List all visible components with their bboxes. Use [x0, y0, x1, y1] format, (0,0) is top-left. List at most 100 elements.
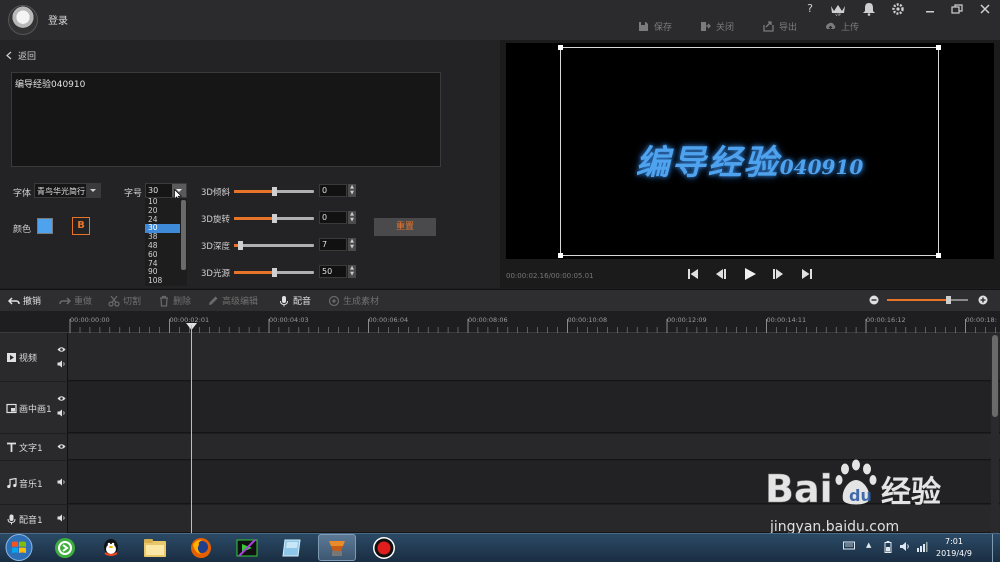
close-project-button[interactable]: 关闭 — [700, 19, 734, 33]
speaker-icon[interactable] — [57, 360, 66, 368]
bold-button[interactable]: B — [72, 217, 90, 235]
skip-start-icon[interactable] — [686, 267, 700, 281]
spinner-arrows-icon[interactable]: ▲ ▼ — [348, 184, 356, 197]
upload-button[interactable]: 上传 — [825, 19, 859, 33]
color-picker[interactable] — [37, 218, 53, 234]
zoom-slider-thumb[interactable] — [945, 296, 951, 304]
bell-icon[interactable] — [860, 2, 878, 16]
speaker-icon[interactable] — [57, 514, 66, 522]
taskbar-clock[interactable]: 7:01 2019/4/9 — [936, 536, 972, 560]
resize-handle[interactable] — [558, 253, 563, 258]
timeline-scrollbar[interactable] — [991, 333, 999, 533]
visibility-toggle[interactable] — [57, 443, 66, 450]
mute-toggle[interactable] — [57, 478, 66, 486]
reset-button[interactable]: 重置 — [374, 218, 436, 236]
slider-thumb[interactable] — [272, 268, 277, 277]
taskbar-qq-icon[interactable] — [92, 534, 130, 561]
eye-icon[interactable] — [57, 395, 66, 402]
slider-thumb[interactable] — [272, 187, 277, 196]
timeline-scrollbar-thumb[interactable] — [992, 335, 998, 417]
pip-icon — [6, 403, 17, 413]
show-desktop-button[interactable] — [992, 534, 1000, 562]
trash-button[interactable]: 删除 — [158, 294, 191, 307]
track-pip[interactable] — [0, 382, 1000, 433]
taskbar-explorer-icon[interactable] — [136, 534, 174, 561]
3d-light-slider[interactable] — [234, 268, 314, 277]
resize-handle[interactable] — [558, 45, 563, 50]
vip-icon[interactable]: VIP — [829, 2, 847, 16]
slider-fill — [234, 271, 274, 274]
close-icon[interactable] — [976, 2, 994, 16]
music-icon — [7, 477, 17, 488]
network-icon[interactable] — [916, 541, 928, 552]
text-content-input[interactable]: 编导经验040910 — [11, 72, 441, 167]
taskbar-recorder-icon[interactable] — [365, 534, 403, 561]
spinner-arrows-icon[interactable]: ▲ ▼ — [348, 211, 356, 224]
restore-icon[interactable] — [948, 2, 966, 16]
3d-rotate-label: 3D旋转 — [201, 215, 230, 225]
mute-toggle[interactable] — [57, 360, 66, 368]
play-icon[interactable] — [743, 267, 757, 281]
keyboard-icon[interactable] — [843, 540, 855, 550]
material-icon — [328, 295, 340, 306]
3d-depth-label: 3D深度 — [201, 242, 230, 252]
tray-expand-icon[interactable]: ▲ — [866, 541, 871, 549]
back-button[interactable]: 返回 — [6, 49, 36, 62]
size-option[interactable]: 108 — [145, 276, 180, 286]
track-text[interactable] — [0, 434, 1000, 460]
3d-light-value[interactable]: 50 — [319, 265, 347, 278]
taskbar-app-icon[interactable] — [273, 534, 311, 561]
mute-toggle[interactable] — [57, 514, 66, 522]
help-icon[interactable]: ? — [801, 2, 819, 16]
visibility-toggle[interactable] — [57, 346, 66, 353]
save-button[interactable]: 保存 — [638, 19, 672, 33]
watermark-brand-b: 经验 — [881, 475, 941, 510]
track-video[interactable] — [0, 333, 1000, 381]
3d-tilt-slider[interactable] — [234, 187, 314, 196]
zoom-slider[interactable] — [887, 296, 968, 304]
3d-depth-value[interactable]: 7 — [319, 238, 347, 251]
speaker-icon[interactable] — [57, 409, 66, 417]
toolbar-label: 重做 — [74, 297, 93, 307]
gear-icon[interactable] — [889, 2, 907, 16]
3d-tilt-value[interactable]: 0 — [319, 184, 347, 197]
redo-button[interactable]: 重做 — [59, 294, 92, 307]
step-back-icon[interactable] — [714, 267, 728, 281]
zoom-in-icon[interactable] — [978, 295, 988, 305]
eye-icon[interactable] — [57, 346, 66, 353]
taskbar-firefox-icon[interactable] — [182, 534, 220, 561]
battery-icon[interactable] — [884, 541, 892, 553]
resize-handle[interactable] — [936, 253, 941, 258]
visibility-toggle[interactable] — [57, 395, 66, 402]
microphone-button[interactable]: 配音 — [278, 294, 311, 307]
mute-toggle[interactable] — [57, 409, 66, 417]
spinner-arrows-icon[interactable]: ▲ ▼ — [348, 265, 356, 278]
slider-thumb[interactable] — [237, 241, 243, 250]
resize-handle[interactable] — [936, 45, 941, 50]
eye-icon[interactable] — [57, 443, 66, 450]
font-select[interactable]: 青鸟华光简行 — [34, 183, 101, 198]
start-button[interactable] — [2, 533, 36, 562]
undo-button[interactable]: 撤销 — [8, 294, 41, 307]
step-forward-icon[interactable] — [771, 267, 785, 281]
skip-end-icon[interactable] — [800, 267, 814, 281]
dropdown-scrollbar[interactable] — [181, 200, 186, 270]
material-button[interactable]: 生成素材 — [328, 294, 379, 307]
3d-rotate-slider[interactable] — [234, 214, 314, 223]
taskbar-video-editor-icon[interactable] — [318, 534, 356, 561]
login-link[interactable]: 登录 — [48, 12, 68, 27]
scissors-button[interactable]: 切割 — [108, 294, 141, 307]
export-button[interactable]: 导出 — [763, 19, 797, 33]
pencil-button[interactable]: 高级编辑 — [207, 294, 258, 307]
taskbar-360-icon[interactable] — [46, 534, 84, 561]
minimize-icon[interactable] — [921, 2, 939, 16]
3d-rotate-value[interactable]: 0 — [319, 211, 347, 224]
slider-thumb[interactable] — [272, 214, 277, 223]
spinner-arrows-icon[interactable]: ▲ ▼ — [348, 238, 356, 251]
zoom-out-icon[interactable] — [869, 295, 879, 305]
3d-depth-slider[interactable] — [234, 241, 314, 250]
slider-fill — [234, 217, 274, 220]
taskbar-aiqiyi-icon[interactable] — [228, 534, 266, 561]
speaker-icon[interactable] — [57, 478, 66, 486]
volume-icon[interactable] — [899, 541, 911, 552]
